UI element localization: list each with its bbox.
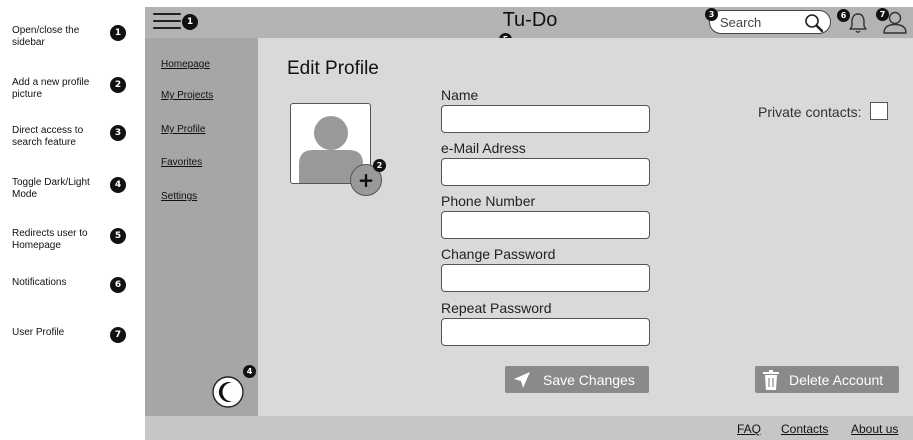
marker-badge: 4 xyxy=(243,365,256,378)
delete-account-button[interactable]: Delete Account xyxy=(755,366,899,393)
sidebar: Homepage My Projects My Profile Favorite… xyxy=(145,38,258,416)
annotation-text: Toggle Dark/Light Mode xyxy=(12,177,90,200)
annotation-text: Direct access to search feature xyxy=(12,125,84,148)
annotation-legend: Open/close the sidebar 1 Add a new profi… xyxy=(0,0,145,440)
marker-badge: 1 xyxy=(182,14,198,30)
sidebar-item-my-profile[interactable]: My Profile xyxy=(161,124,205,135)
send-icon xyxy=(514,371,530,388)
annotation-text: Redirects user to Homepage xyxy=(12,228,88,251)
footer-link-about-us[interactable]: About us xyxy=(851,422,898,436)
annotation-text: User Profile xyxy=(12,327,65,338)
marker-badge: 7 xyxy=(876,8,889,21)
annotation-marker: 2 xyxy=(110,77,126,93)
moon-icon[interactable] xyxy=(211,375,245,409)
footer: FAQ Contacts About us xyxy=(145,416,913,440)
change-password-field[interactable] xyxy=(441,264,650,292)
annotation-marker: 1 xyxy=(110,25,126,41)
annotation-text: Open/close the sidebar xyxy=(12,25,80,48)
menu-line xyxy=(153,20,181,22)
name-field[interactable] xyxy=(441,105,650,133)
repeat-password-field[interactable] xyxy=(441,318,650,346)
annotation-marker: 7 xyxy=(110,327,126,343)
phone-field[interactable] xyxy=(441,211,650,239)
menu-toggle-button[interactable] xyxy=(153,13,181,33)
search-icon[interactable] xyxy=(804,13,824,33)
page-title: Edit Profile xyxy=(287,58,379,79)
phone-label: Phone Number xyxy=(441,193,536,209)
email-label: e-Mail Adress xyxy=(441,140,526,156)
save-changes-label: Save Changes xyxy=(543,371,635,388)
sidebar-item-settings[interactable]: Settings xyxy=(161,191,197,202)
bell-icon[interactable] xyxy=(847,11,869,35)
annotation-marker: 5 xyxy=(110,228,126,244)
private-contacts-checkbox[interactable] xyxy=(870,102,888,120)
footer-link-contacts[interactable]: Contacts xyxy=(781,422,828,436)
edit-profile-panel: Edit Profile + 2 Name e-Mail Adress Phon… xyxy=(258,38,913,416)
repeat-password-label: Repeat Password xyxy=(441,300,552,316)
top-header: 1 Tu-Do 5 3 6 7 xyxy=(145,7,913,46)
sidebar-item-favorites[interactable]: Favorites xyxy=(161,157,202,168)
delete-account-label: Delete Account xyxy=(789,371,884,388)
annotation-marker: 3 xyxy=(110,125,126,141)
menu-line xyxy=(153,13,181,15)
annotation-text: Notifications xyxy=(12,277,67,288)
app-title-home-link[interactable]: Tu-Do xyxy=(480,9,580,32)
app-page: Open/close the sidebar 1 Add a new profi… xyxy=(0,0,913,440)
change-password-label: Change Password xyxy=(441,246,556,262)
save-changes-button[interactable]: Save Changes xyxy=(505,366,649,393)
email-field[interactable] xyxy=(441,158,650,186)
menu-line xyxy=(153,27,181,29)
name-label: Name xyxy=(441,87,479,103)
annotation-text: Add a new profile picture xyxy=(12,77,90,100)
marker-badge: 2 xyxy=(373,159,386,172)
search-bar xyxy=(709,10,831,34)
annotation-marker: 6 xyxy=(110,277,126,293)
sidebar-item-my-projects[interactable]: My Projects xyxy=(161,90,213,101)
private-contacts-label: Private contacts: xyxy=(758,104,862,120)
footer-link-faq[interactable]: FAQ xyxy=(737,422,761,436)
annotation-marker: 4 xyxy=(110,177,126,193)
search-input[interactable] xyxy=(720,14,804,30)
trash-icon xyxy=(763,369,779,390)
sidebar-item-homepage[interactable]: Homepage xyxy=(161,59,210,70)
marker-badge: 3 xyxy=(705,8,718,21)
